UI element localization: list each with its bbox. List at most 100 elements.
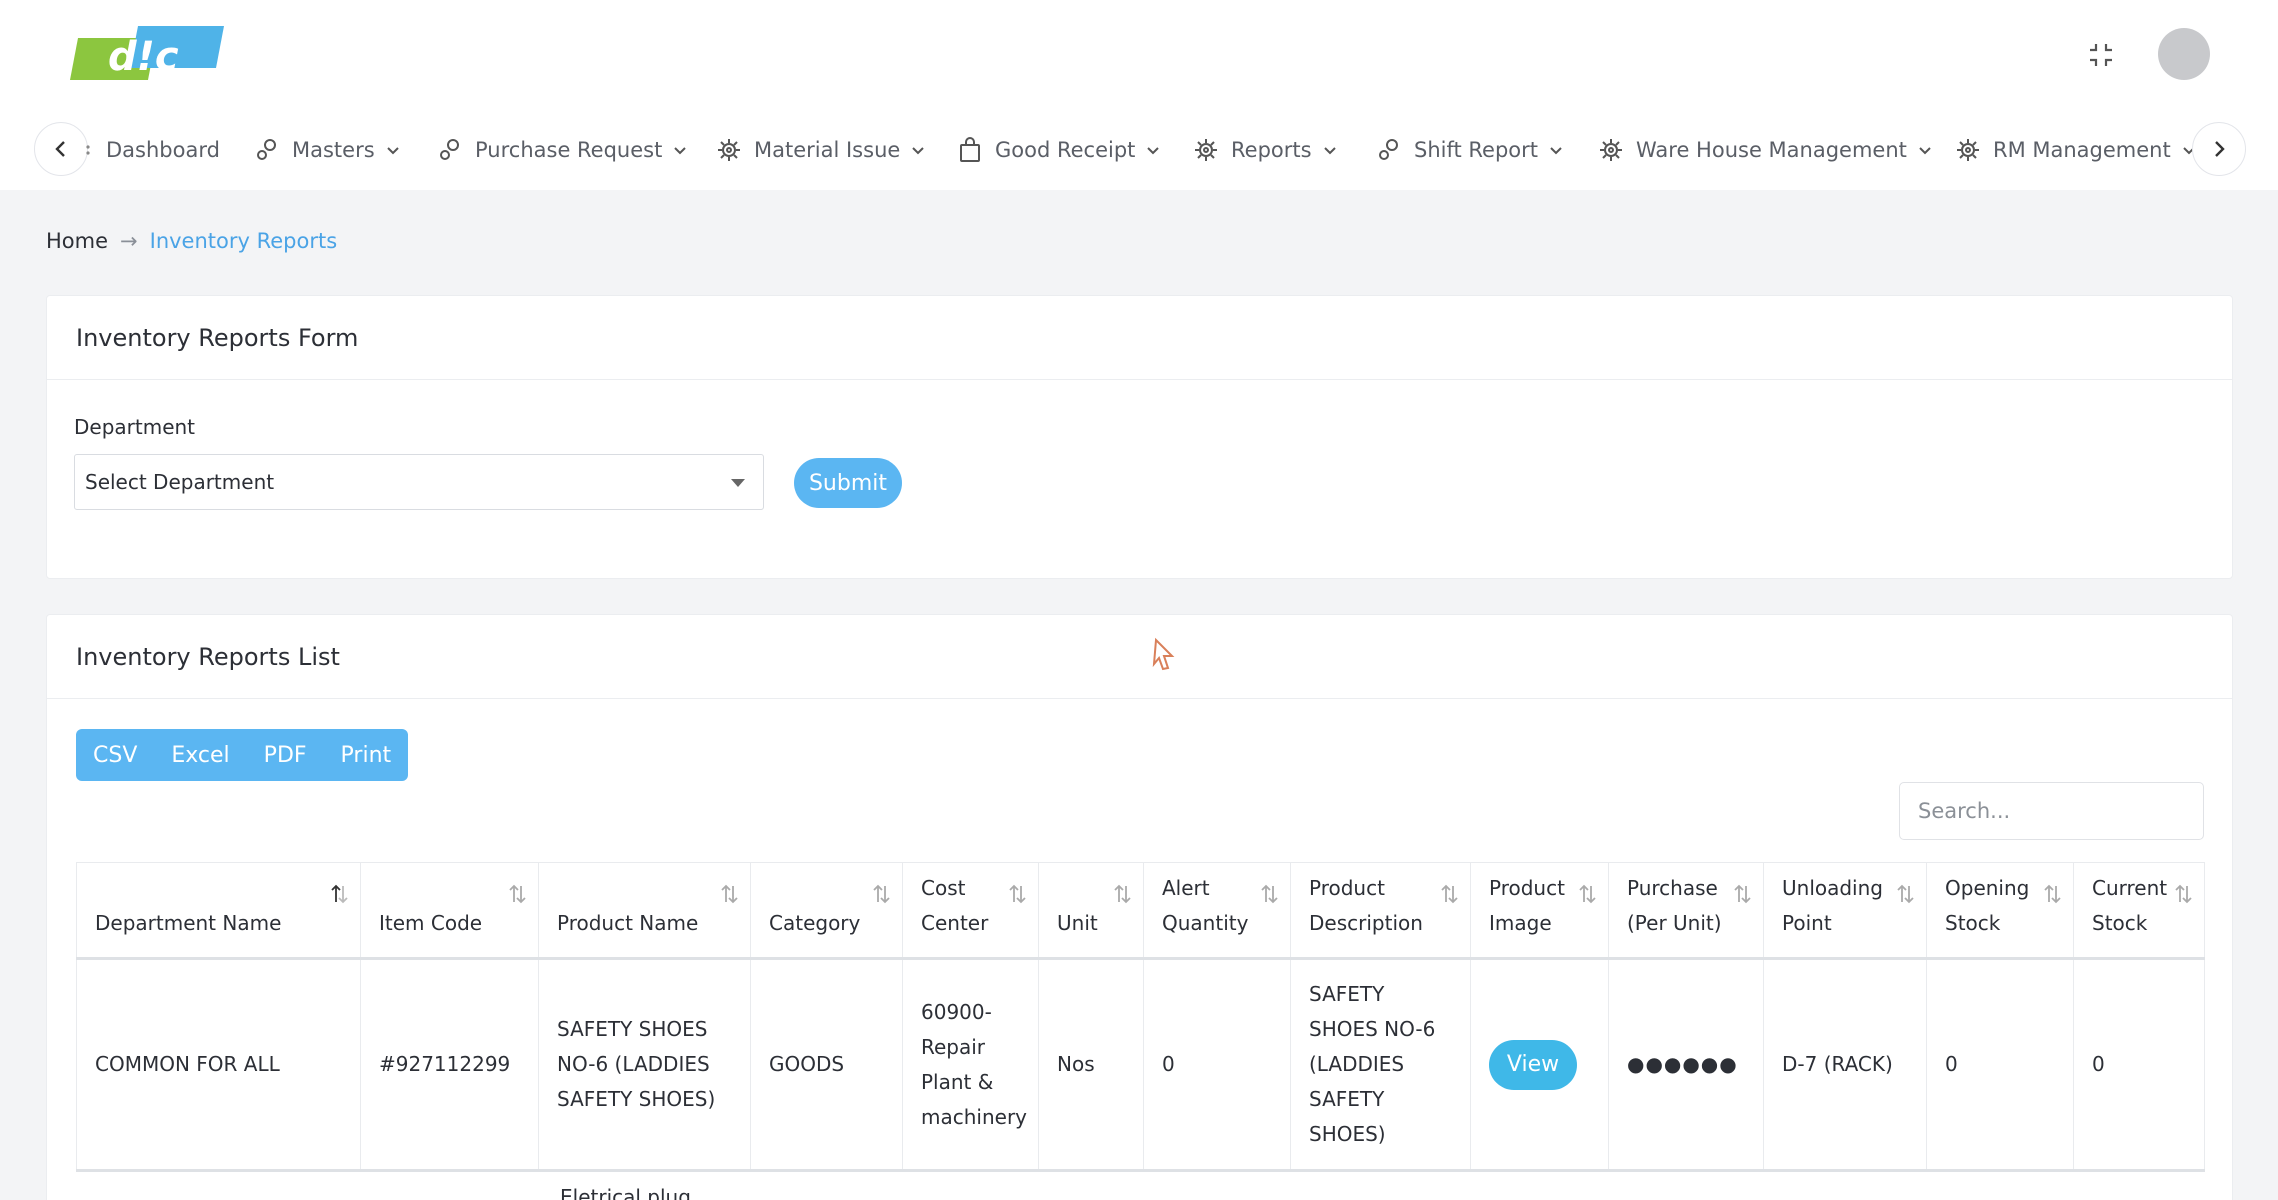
chevron-down-icon [1145, 142, 1161, 158]
inventory-table: Department Name Item Code Product Name C… [76, 862, 2205, 1172]
search-input[interactable] [1899, 782, 2204, 840]
cell-product-image: View [1470, 958, 1609, 1172]
circles-icon [254, 137, 280, 163]
cell-description: SAFETY SHOES NO-6 (LADDIES SAFETY SHOES) [1290, 958, 1471, 1172]
column-header-unloading-point[interactable]: Unloading Point [1763, 862, 1927, 960]
gear-icon [716, 137, 742, 163]
column-header-cost-center[interactable]: Cost Center [902, 862, 1039, 960]
nav-item-masters[interactable]: Masters [254, 132, 401, 168]
cell-cost-center: 60900-Repair Plant & machinery [902, 958, 1039, 1172]
nav-item-rm-management[interactable]: RM Management [1955, 132, 2197, 168]
nav-label: Ware House Management [1636, 138, 1907, 162]
chevron-down-icon [1322, 142, 1338, 158]
caret-down-icon [731, 479, 745, 487]
sort-icon [1731, 881, 1753, 904]
sort-icon [1894, 881, 1916, 904]
nav-item-dashboard[interactable]: Dashboard [82, 132, 220, 168]
sort-icon [1438, 881, 1460, 904]
cell-category: GOODS [750, 958, 903, 1172]
arrow-right-icon: → [120, 229, 138, 253]
nav-label: Masters [292, 138, 375, 162]
pdf-button[interactable]: PDF [247, 729, 324, 781]
view-image-button[interactable]: View [1489, 1039, 1577, 1090]
cell-product-name-partial: Eletrical plug [560, 1185, 691, 1200]
top-header: d!c Dashboard Masters Purchase Request M… [0, 0, 2278, 190]
print-button[interactable]: Print [324, 729, 409, 781]
circles-icon [437, 137, 463, 163]
nav-label: Dashboard [106, 138, 220, 162]
column-header-item-code[interactable]: Item Code [360, 862, 539, 960]
sort-icon [1111, 881, 1133, 904]
nav-label: RM Management [1993, 138, 2171, 162]
nav-item-purchase-request[interactable]: Purchase Request [437, 132, 688, 168]
dashboard-icon [82, 137, 94, 163]
excel-button[interactable]: Excel [154, 729, 246, 781]
cell-item-code: #927112299 [360, 958, 539, 1172]
nav-label: Reports [1231, 138, 1312, 162]
nav-item-material-issue[interactable]: Material Issue [716, 132, 926, 168]
masked-value: ●●●●●● [1627, 1052, 1738, 1076]
mouse-pointer-icon [1150, 634, 1180, 674]
cell-department: COMMON FOR ALL [76, 958, 361, 1172]
chevron-down-icon [1548, 142, 1564, 158]
column-header-product-description[interactable]: Product Description [1290, 862, 1471, 960]
column-header-purchase-per-unit[interactable]: Purchase (Per Unit) [1608, 862, 1764, 960]
breadcrumb: Home → Inventory Reports [46, 229, 337, 253]
sort-icon [2172, 881, 2194, 904]
form-card-title: Inventory Reports Form [47, 296, 2232, 380]
nav-item-reports[interactable]: Reports [1193, 132, 1338, 168]
export-button-group: CSV Excel PDF Print [76, 729, 409, 781]
inventory-reports-list-card: Inventory Reports List CSV Excel PDF Pri… [46, 614, 2233, 1200]
sort-icon [1006, 881, 1028, 904]
nav-label: Good Receipt [995, 138, 1136, 162]
sort-icon [870, 881, 892, 904]
sort-ascending-icon [328, 881, 350, 904]
chevron-down-icon [672, 142, 688, 158]
circles-icon [1376, 137, 1402, 163]
cell-unloading-point: D-7 (RACK) [1763, 958, 1927, 1172]
column-header-opening-stock[interactable]: Opening Stock [1926, 862, 2074, 960]
submit-button[interactable]: Submit [794, 458, 902, 508]
column-header-current-stock[interactable]: Current Stock [2073, 862, 2205, 960]
chevron-right-icon [2215, 141, 2225, 157]
column-header-category[interactable]: Category [750, 862, 903, 960]
breadcrumb-home-link[interactable]: Home [46, 229, 108, 253]
gear-icon [1193, 137, 1219, 163]
csv-button[interactable]: CSV [76, 729, 154, 781]
company-logo[interactable]: d!c [68, 24, 224, 82]
sort-icon [2041, 881, 2063, 904]
column-header-department-name[interactable]: Department Name [76, 862, 361, 960]
chevron-down-icon [1917, 142, 1933, 158]
cell-unit: Nos [1038, 958, 1144, 1172]
breadcrumb-current: Inventory Reports [149, 229, 338, 253]
user-avatar[interactable] [2158, 28, 2210, 80]
nav-item-good-receipt[interactable]: Good Receipt [957, 132, 1161, 168]
column-header-unit[interactable]: Unit [1038, 862, 1144, 960]
cell-current-stock: 0 [2073, 958, 2205, 1172]
chevron-down-icon [910, 142, 926, 158]
table-row[interactable]: COMMON FOR ALL #927112299 SAFETY SHOES N… [76, 958, 2205, 1172]
column-header-alert-quantity[interactable]: Alert Quantity [1143, 862, 1291, 960]
nav-item-ware-house-management[interactable]: Ware House Management [1598, 132, 1933, 168]
chevron-down-icon [385, 142, 401, 158]
nav-item-shift-report[interactable]: Shift Report [1376, 132, 1564, 168]
sort-icon [506, 881, 528, 904]
column-header-product-image[interactable]: Product Image [1470, 862, 1609, 960]
sort-icon [1258, 881, 1280, 904]
nav-scroll-left-button[interactable] [34, 122, 88, 176]
bag-icon [957, 137, 983, 163]
gear-icon [1955, 137, 1981, 163]
column-header-product-name[interactable]: Product Name [538, 862, 751, 960]
nav-label: Material Issue [754, 138, 901, 162]
nav-label: Shift Report [1414, 138, 1539, 162]
department-select-value: Select Department [85, 470, 275, 494]
table-header-row: Department Name Item Code Product Name C… [76, 862, 2205, 960]
sort-icon [1576, 881, 1598, 904]
exit-fullscreen-icon[interactable] [2086, 40, 2116, 70]
svg-text:d!c: d!c [108, 34, 179, 80]
nav-scroll-right-button[interactable] [2192, 122, 2246, 176]
nav-label: Purchase Request [475, 138, 663, 162]
department-select[interactable]: Select Department [74, 454, 764, 510]
inventory-reports-form-card: Inventory Reports Form Department Select… [46, 295, 2233, 579]
cell-opening-stock: 0 [1926, 958, 2074, 1172]
